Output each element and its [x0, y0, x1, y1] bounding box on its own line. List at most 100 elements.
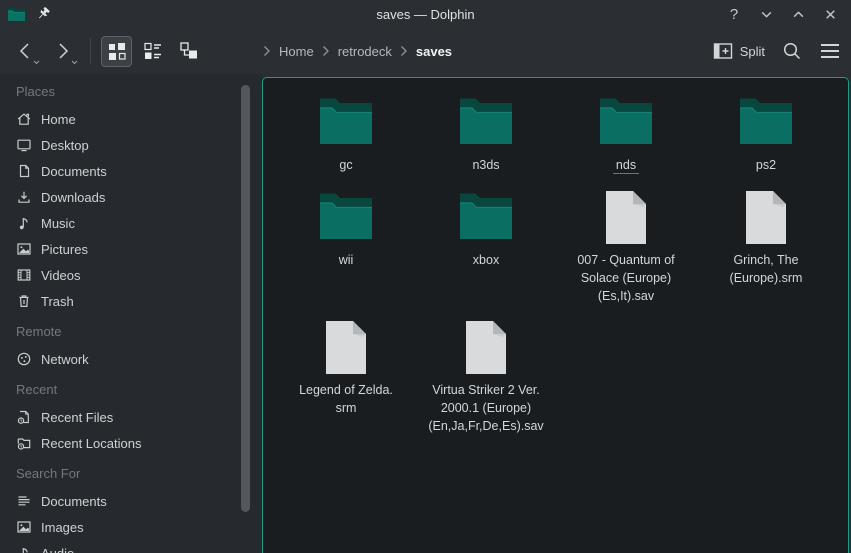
- breadcrumb-home[interactable]: Home: [277, 44, 316, 59]
- maximize-button[interactable]: [787, 3, 809, 25]
- tree-view-button[interactable]: [173, 36, 204, 67]
- icons-view-button[interactable]: [101, 36, 132, 67]
- search-button[interactable]: [781, 40, 803, 62]
- details-view-button[interactable]: [137, 36, 168, 67]
- sidebar-item-search-documents[interactable]: Documents: [16, 488, 262, 514]
- file-icon: [743, 189, 789, 246]
- icons-view-icon: [106, 40, 128, 62]
- breadcrumb-chevron-icon: [263, 45, 271, 57]
- sidebar-item-network[interactable]: Network: [16, 346, 262, 372]
- pin-icon[interactable]: [35, 6, 51, 22]
- item-label: wii: [339, 253, 354, 267]
- file-item-007-quantum-of-solace[interactable]: 007 - Quantum of Solace (Europe) (Es,It)…: [556, 189, 696, 319]
- sidebar-item-search-images[interactable]: Images: [16, 514, 262, 540]
- folder-item-ps2[interactable]: ps2: [696, 94, 836, 189]
- sidebar-item-label: Recent Locations: [41, 436, 141, 451]
- forward-icon: [54, 41, 72, 61]
- sidebar-scrollbar[interactable]: [241, 85, 250, 512]
- file-item-virtua-striker-2[interactable]: Virtua Striker 2 Ver. 2000.1 (Europe) (E…: [416, 319, 556, 435]
- toolbar: Home retrodeck saves Split: [0, 28, 851, 74]
- folder-icon: [597, 94, 655, 151]
- item-label: nds: [613, 158, 639, 174]
- icon-grid: gc n3ds nds ps2 wii: [263, 78, 848, 435]
- item-label: gc: [339, 158, 352, 172]
- downloads-icon: [16, 189, 32, 205]
- chevron-down-icon: [33, 60, 40, 65]
- sidebar-item-documents[interactable]: Documents: [16, 158, 262, 184]
- music-icon: [16, 215, 32, 231]
- trash-icon: [16, 293, 32, 309]
- sidebar-item-recent-files[interactable]: Recent Files: [16, 404, 262, 430]
- pictures-icon: [16, 241, 32, 257]
- back-icon: [16, 41, 34, 61]
- documents-icon: [16, 163, 32, 179]
- sidebar-item-desktop[interactable]: Desktop: [16, 132, 262, 158]
- item-label: Grinch, The (Europe).srm: [730, 253, 803, 285]
- sidebar-item-music[interactable]: Music: [16, 210, 262, 236]
- folder-item-xbox[interactable]: xbox: [416, 189, 556, 319]
- sidebar-item-recent-locations[interactable]: Recent Locations: [16, 430, 262, 456]
- dolphin-window: saves — Dolphin ?: [0, 0, 851, 553]
- search-icon: [781, 40, 803, 62]
- sidebar-item-search-audio[interactable]: Audio: [16, 540, 262, 553]
- section-title-search-for: Search For: [16, 466, 262, 484]
- sidebar-item-downloads[interactable]: Downloads: [16, 184, 262, 210]
- section-title-remote: Remote: [16, 324, 262, 342]
- split-button-label: Split: [740, 44, 765, 59]
- folder-view[interactable]: gc n3ds nds ps2 wii: [262, 77, 849, 553]
- sidebar-item-label: Images: [41, 520, 84, 535]
- images-icon: [16, 519, 32, 535]
- back-button[interactable]: [10, 36, 40, 66]
- sidebar-item-label: Videos: [41, 268, 81, 283]
- recent-files-icon: [16, 409, 32, 425]
- breadcrumb-retrodeck[interactable]: retrodeck: [336, 44, 394, 59]
- app-icon: [7, 6, 26, 22]
- item-label: Virtua Striker 2 Ver. 2000.1 (Europe) (E…: [428, 383, 543, 433]
- forward-button[interactable]: [48, 36, 78, 66]
- file-item-grinch-the[interactable]: Grinch, The (Europe).srm: [696, 189, 836, 319]
- tree-view-icon: [178, 40, 200, 62]
- sidebar-item-home[interactable]: Home: [16, 106, 262, 132]
- file-item-legend-of-zelda[interactable]: Legend of Zelda.​srm: [276, 319, 416, 435]
- desktop-icon: [16, 137, 32, 153]
- item-label: ps2: [756, 158, 776, 172]
- file-icon: [323, 319, 369, 376]
- item-label: xbox: [473, 253, 499, 267]
- folder-item-n3ds[interactable]: n3ds: [416, 94, 556, 189]
- minimize-button[interactable]: [755, 3, 777, 25]
- menu-button[interactable]: [819, 42, 841, 60]
- network-icon: [16, 351, 32, 367]
- sidebar-item-label: Recent Files: [41, 410, 113, 425]
- sidebar-item-pictures[interactable]: Pictures: [16, 236, 262, 262]
- home-icon: [16, 111, 32, 127]
- sidebar-item-label: Network: [41, 352, 89, 367]
- help-button[interactable]: ?: [723, 3, 745, 25]
- sidebar-item-label: Trash: [41, 294, 74, 309]
- split-button[interactable]: Split: [713, 42, 765, 60]
- sidebar-item-label: Documents: [41, 494, 107, 509]
- menu-icon: [819, 42, 841, 60]
- folder-item-wii[interactable]: wii: [276, 189, 416, 319]
- breadcrumb-current[interactable]: saves: [414, 44, 454, 59]
- recent-locations-icon: [16, 435, 32, 451]
- folder-icon: [317, 94, 375, 151]
- folder-icon: [457, 189, 515, 246]
- folder-item-nds[interactable]: nds: [556, 94, 696, 189]
- breadcrumb-chevron-icon: [322, 45, 330, 57]
- file-icon: [463, 319, 509, 376]
- sidebar-item-label: Music: [41, 216, 75, 231]
- places-panel: Places Home Desktop: [0, 74, 262, 553]
- breadcrumb: Home retrodeck saves: [263, 28, 454, 74]
- sidebar-item-label: Desktop: [41, 138, 89, 153]
- sidebar-item-videos[interactable]: Videos: [16, 262, 262, 288]
- folder-item-gc[interactable]: gc: [276, 94, 416, 189]
- details-view-icon: [142, 40, 164, 62]
- folder-icon: [457, 94, 515, 151]
- file-icon: [603, 189, 649, 246]
- sidebar-item-label: Audio: [41, 546, 74, 553]
- item-label: 007 - Quantum of Solace (Europe) (Es,It)…: [577, 253, 674, 303]
- close-button[interactable]: [819, 3, 841, 25]
- text-lines-icon: [16, 493, 32, 509]
- sidebar-item-trash[interactable]: Trash: [16, 288, 262, 314]
- folder-icon: [737, 94, 795, 151]
